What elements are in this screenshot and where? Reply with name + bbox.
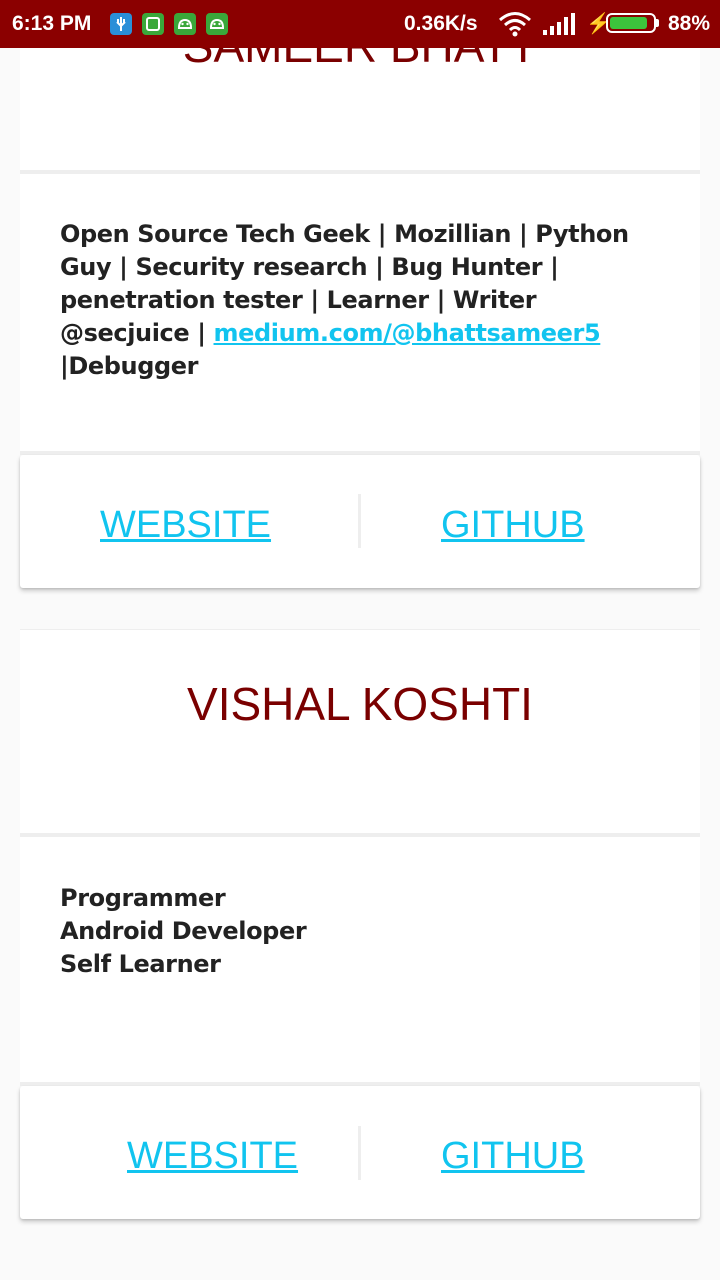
website-button[interactable]: WEBSITE: [100, 502, 271, 548]
medium-link[interactable]: medium.com/@bhattsameer5: [214, 319, 601, 347]
profile-name: VISHAL KOSHTI: [187, 678, 533, 730]
github-button[interactable]: GITHUB: [441, 502, 585, 548]
status-bar: 6:13 PM 0.36K/s ⚡ 88%: [0, 0, 720, 48]
bio-line: Programmer: [60, 884, 226, 912]
battery-tip: [656, 19, 659, 27]
profile-bio: Programmer Android Developer Self Learne…: [60, 882, 660, 981]
links-divider: [358, 494, 361, 548]
battery-percent: 88%: [668, 12, 711, 35]
website-button[interactable]: WEBSITE: [127, 1133, 298, 1179]
android-icon: [174, 13, 196, 35]
wifi-icon: [498, 11, 532, 43]
signal-icon: [542, 12, 576, 42]
profile-bio: Open Source Tech Geek | Mozillian | Pyth…: [60, 218, 660, 383]
battery-level: [610, 17, 647, 29]
android-icon: [206, 13, 228, 35]
github-button[interactable]: GITHUB: [441, 1133, 585, 1179]
network-speed: 0.36K/s: [404, 12, 478, 35]
battery-icon: [606, 13, 656, 33]
status-time: 6:13 PM: [12, 12, 92, 35]
usb-debug-icon: [110, 13, 132, 35]
links-divider: [358, 1126, 361, 1180]
bio-line: Self Learner: [60, 950, 221, 978]
saavn-icon: [142, 13, 164, 35]
bio-text: |Debugger: [60, 352, 199, 380]
bio-line: Android Developer: [60, 917, 307, 945]
